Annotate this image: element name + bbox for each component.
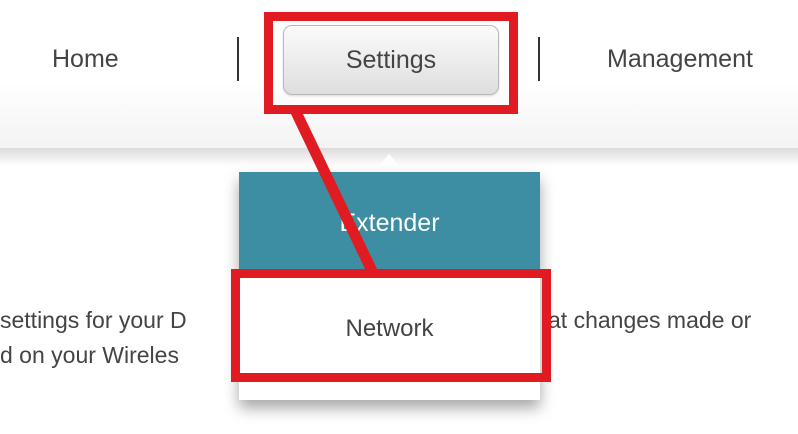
nav-separator (538, 37, 540, 81)
content-text-line1-right: at changes made or (548, 307, 752, 333)
nav-management[interactable]: Management (607, 44, 753, 74)
menu-item-extender[interactable]: Extender (239, 172, 540, 274)
nav-home[interactable]: Home (52, 44, 119, 74)
content-text-line2: d on your Wireles (0, 342, 179, 368)
nav-separator (237, 37, 239, 81)
dropdown-caret (374, 154, 404, 172)
content-text-line1-left: settings for your D (0, 307, 187, 333)
annotation-box-network (231, 269, 551, 382)
router-ui-screenshot: Home Settings Management settings for yo… (0, 0, 798, 434)
annotation-box-settings (264, 12, 518, 114)
